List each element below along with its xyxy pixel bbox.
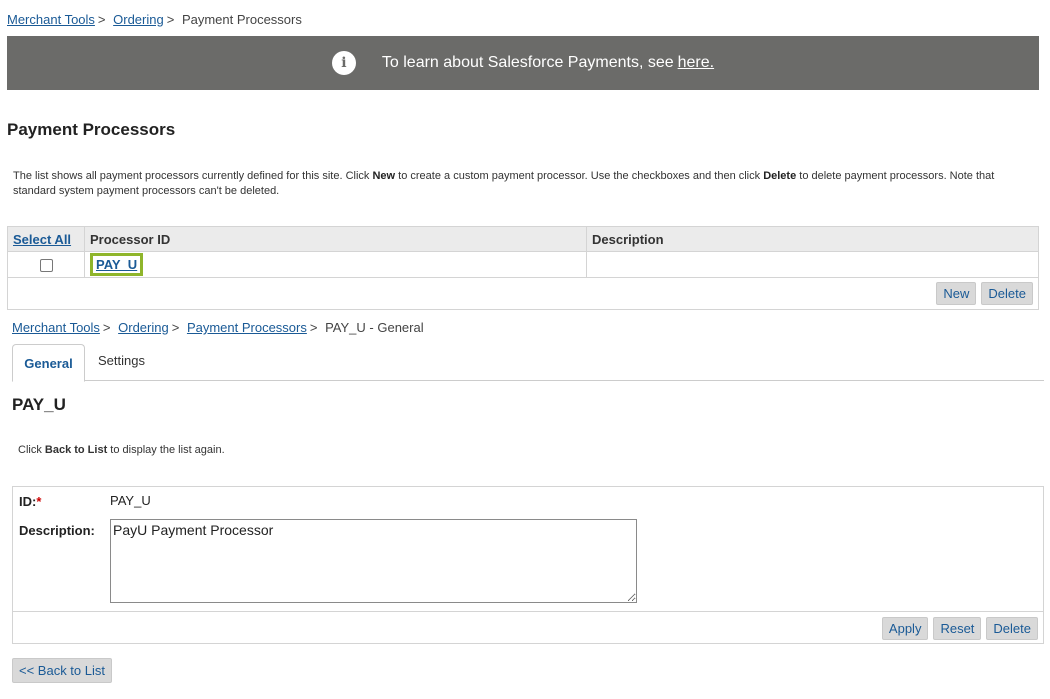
description-header: Description	[586, 226, 1039, 252]
hint-text: to display the list again.	[107, 444, 225, 456]
processor-id-link[interactable]: PAY_U	[90, 253, 144, 276]
desc-bold-new: New	[372, 170, 396, 182]
hint-text: Click	[18, 444, 45, 456]
detail-form: ID:* PAY_U Description: PayU Payment Pro…	[12, 486, 1044, 644]
back-to-list-button[interactable]: << Back to List	[12, 658, 112, 683]
breadcrumb: Merchant Tools > Ordering > Payment Proces…	[7, 12, 302, 27]
desc-text: to create a custom payment processor. Us…	[395, 170, 764, 182]
delete-button[interactable]: Delete	[981, 282, 1033, 305]
processor-id-header: Processor ID	[84, 226, 587, 252]
id-label-text: ID:	[19, 494, 37, 509]
breadcrumb-separator: >	[97, 12, 106, 27]
id-label: ID:*	[19, 494, 41, 509]
breadcrumb-payment-processors[interactable]: Payment Processors	[187, 320, 307, 335]
info-banner: i To learn about Salesforce Payments, se…	[7, 36, 1039, 90]
desc-bold-delete: Delete	[763, 170, 797, 182]
hint-bold: Back to List	[44, 444, 108, 456]
description-label: Description:	[19, 523, 95, 538]
list-actions: New Delete	[7, 278, 1039, 310]
detail-breadcrumb: Merchant Tools > Ordering > Payment Proces…	[12, 320, 424, 335]
apply-button[interactable]: Apply	[881, 616, 929, 640]
detail-title: PAY_U	[12, 395, 66, 414]
tab-settings[interactable]: Settings	[98, 342, 145, 379]
delete-button[interactable]: Delete	[986, 616, 1038, 640]
reset-button[interactable]: Reset	[933, 616, 982, 640]
tab-general[interactable]: General	[12, 344, 85, 382]
info-icon: i	[331, 51, 356, 75]
page-title: Payment Processors	[7, 120, 176, 139]
processor-id-cell: PAY_U	[84, 251, 587, 278]
row-select-cell	[7, 251, 85, 278]
tab-bar: General Settings	[12, 342, 1044, 382]
description-cell	[586, 251, 1039, 278]
breadcrumb-merchant-tools[interactable]: Merchant Tools	[12, 320, 100, 335]
id-value: PAY_U	[110, 493, 151, 508]
table-header-row: Select All Processor ID Description	[7, 226, 1039, 252]
breadcrumb-ordering[interactable]: Ordering	[113, 12, 164, 27]
breadcrumb-merchant-tools[interactable]: Merchant Tools	[7, 12, 95, 27]
breadcrumb-separator: >	[102, 320, 111, 335]
form-actions: Apply Reset Delete	[13, 611, 1043, 644]
detail-hint: Click Back to List to display the list a…	[18, 444, 225, 456]
desc-text: The list shows all payment processors cu…	[13, 170, 373, 182]
row-checkbox[interactable]	[39, 259, 53, 273]
list-description: The list shows all payment processors cu…	[13, 169, 1033, 199]
breadcrumb-ordering[interactable]: Ordering	[118, 320, 169, 335]
select-all-link[interactable]: Select All	[13, 232, 71, 247]
breadcrumb-separator: >	[171, 320, 180, 335]
table-row: PAY_U	[7, 251, 1039, 278]
banner-link[interactable]: here.	[678, 54, 714, 72]
required-mark: *	[36, 494, 42, 509]
new-button[interactable]: New	[936, 282, 977, 305]
banner-text: To learn about Salesforce Payments, see	[381, 54, 674, 71]
breadcrumb-separator: >	[309, 320, 318, 335]
description-textarea[interactable]: PayU Payment Processor	[110, 519, 637, 603]
breadcrumb-separator: >	[166, 12, 175, 27]
select-all-header: Select All	[7, 226, 85, 252]
processors-table: Select All Processor ID Description PAY_…	[7, 226, 1039, 278]
breadcrumb-current: PAY_U - General	[325, 320, 424, 335]
breadcrumb-current: Payment Processors	[181, 12, 302, 27]
